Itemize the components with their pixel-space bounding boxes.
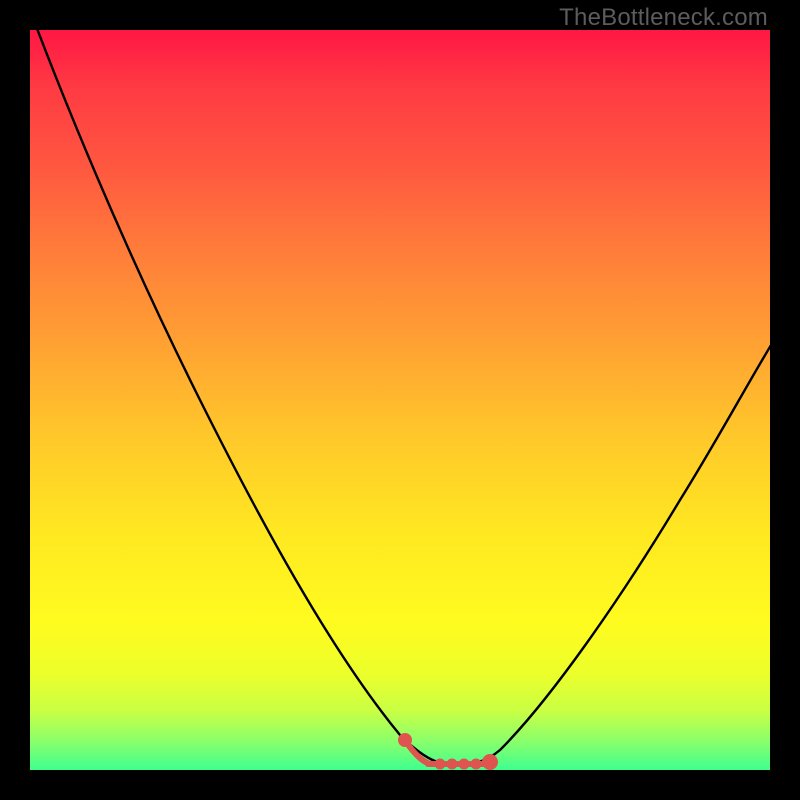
bottleneck-curve bbox=[30, 30, 770, 765]
plot-area bbox=[30, 30, 770, 770]
curve-layer bbox=[30, 30, 770, 770]
trough-marker bbox=[401, 736, 495, 767]
watermark-text: TheBottleneck.com bbox=[559, 4, 768, 32]
chart-canvas: TheBottleneck.com bbox=[0, 0, 800, 800]
